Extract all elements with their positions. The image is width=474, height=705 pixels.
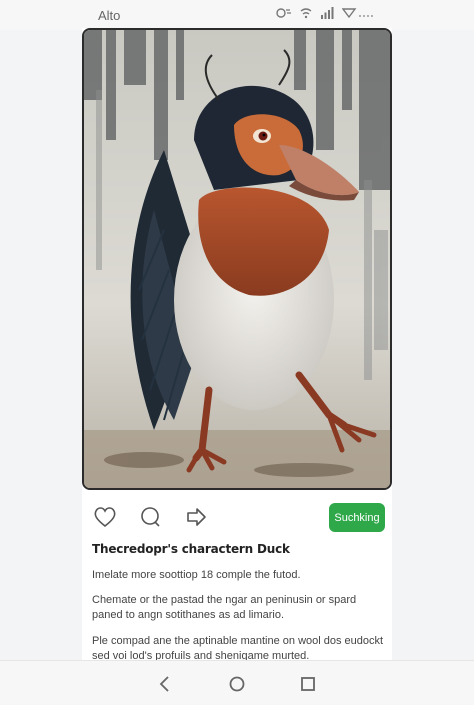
share-icon[interactable] (183, 504, 209, 530)
post-paragraph-1: Imelate more soottiop 18 comple the futo… (92, 569, 301, 581)
status-bar: Alto (0, 0, 474, 30)
navigation-bar (0, 660, 474, 705)
status-icons (276, 6, 374, 24)
comment-icon[interactable] (137, 504, 163, 530)
recents-icon[interactable] (296, 672, 320, 696)
home-icon[interactable] (225, 672, 249, 696)
action-bar: Suchking (82, 498, 392, 538)
follow-button[interactable]: Suchking (329, 503, 385, 532)
post-image[interactable] (82, 28, 392, 490)
post-paragraph-2: Chemate or the pastad the ngar an peninu… (92, 594, 357, 621)
status-time: Alto (98, 7, 121, 23)
battery-icon (341, 6, 374, 24)
heart-icon[interactable] (92, 504, 118, 530)
signal-icon (320, 6, 334, 24)
back-icon[interactable] (153, 672, 177, 696)
post-card: Suchking Thecredopr's charactern Duck Im… (82, 28, 392, 668)
wifi-icon (300, 6, 312, 24)
alarm-icon (276, 6, 292, 24)
post-title: Thecredopr's charactern Duck (92, 542, 290, 556)
duck-character-painting (84, 30, 390, 488)
